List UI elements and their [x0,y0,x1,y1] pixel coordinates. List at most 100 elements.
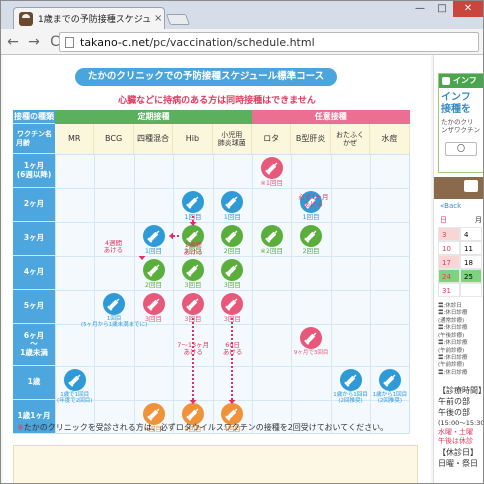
header-vaccine-month: ワクチン名 月齢 [13,124,55,154]
back-button[interactable]: ← [4,33,22,51]
calendar-week: 24 25 [438,269,482,283]
dose-label: 1歳から1回目 (2回推奨) [372,392,408,405]
vaccine-dose: 4回目 [139,403,169,439]
syringe-icon [142,225,165,247]
group-routine: 定期接種 [55,110,252,124]
page-content: たかのクリニックでの予防接種スケジュール標準コース 心臓などに持病のある方は同時… [1,55,483,483]
browser-toolbar: ← → C takano-c.net/pc/vaccination/schedu… [1,29,483,55]
grid-vline [212,154,214,434]
new-tab-button[interactable] [165,14,191,25]
vaccine-header: おたふく かぜ [330,124,371,154]
influenza-box-text: たかのクリ ンザワクチン [441,118,480,134]
group-optional: 任意接種 [252,110,410,124]
dose-label: 3回目 [184,281,202,289]
browser-tab[interactable]: 1歳までの予防接種スケジュール × [13,7,165,29]
calendar-date[interactable]: 17 [438,255,460,269]
dose-label: 1回目 [144,247,163,255]
tab-bar: 1歳までの予防接種スケジュール × — □ ✕ [1,1,483,29]
vaccine-dose: 1回目 [217,191,247,227]
site-favicon-icon [19,11,33,26]
age-label: 4ヶ月 [13,256,55,290]
grid-vline [133,154,135,434]
calendar-week: 17 18 [438,255,482,269]
vaccine-header: 四種混合 [133,124,174,154]
age-label: 1ヶ月 (6週以降) [13,154,55,188]
hours-pm: 午後の部 [438,408,470,418]
syringe-icon [181,191,204,213]
vaccine-header: 小児用 肺炎球菌 [212,124,252,154]
syringe-icon [339,369,362,391]
grid-vline [173,154,175,434]
calendar-date[interactable]: 4 [460,227,482,241]
calendar-date[interactable] [460,283,482,297]
calendar-date[interactable]: 24 [438,269,460,283]
syringe-icon [378,369,401,391]
minimize-button[interactable]: — [409,1,431,17]
legend-item: 〓:休日診療 [438,310,468,317]
address-bar[interactable]: takano-c.net/pc/vaccination/schedule.htm… [59,32,479,52]
influenza-box-button[interactable]: 〇 [445,141,477,156]
browser-window: 1歳までの予防接種スケジュール × — □ ✕ ← → C takano-c.n… [0,0,484,484]
footnote: ※たかのクリニックを受診される方は、必ずロタウイルスワクチンの接種を2回受けてお… [17,422,388,433]
calendar-day-mon: 月 [475,216,482,224]
vaccine-dose: 1歳から1回目 (2回推奨) [372,369,408,405]
calendar-date[interactable]: 10 [438,241,460,255]
window-controls: — □ ✕ [409,1,483,17]
dose-label: 1歳から1回目 (2回推奨) [333,392,368,405]
calendar-date[interactable]: 18 [460,255,482,269]
hours-title: 【診療時間】 [438,386,483,395]
calendar-back-link[interactable]: «Back [440,202,461,210]
syringe-icon [260,225,283,247]
vaccine-header: 水痘 [370,124,410,154]
calendar-date[interactable]: 25 [460,269,482,283]
hours-am: 午前の部 [438,397,470,407]
forward-button[interactable]: → [25,33,43,51]
age-label: 6ヶ月 〜 1歳未満 [13,324,55,366]
header-vaccine-label: ワクチン名 [17,130,52,139]
calendar-date[interactable]: 31 [438,283,460,297]
syringe-icon [300,327,323,349]
syringe-icon [260,157,283,179]
dose-label: ※1回目 [260,179,283,187]
legend-item: (午後診療) [438,332,465,339]
calendar-week: 10 11 [438,241,482,255]
header-type-label: 接種の種類 [13,110,55,124]
syringe-icon [142,293,165,315]
tab-close-icon[interactable]: × [154,13,162,24]
sidebar: インフ インフ 接種を たかのクリ ンザワクチン 〇 «Back 日 月 341… [433,55,483,483]
vaccine-header: ロタ [252,124,292,154]
calendar-legend: 〓:休診日 〓:休日診療 (通常診療) 〓:休日診療 (午後診療) 〓:休日診療 (午前診療… [438,303,483,377]
arrow-four-weeks [138,256,146,260]
grid-vline [252,154,253,434]
hours-pm-time: (15:00〜15:30 [438,418,483,427]
syringe-icon [103,293,126,315]
tab-title: 1歳までの予防接種スケジュール [38,15,152,25]
vaccine-dose: 3回目 [139,293,169,329]
arrow-hib-pcv [189,216,197,226]
note-one-week: 1週間 あける [183,241,203,257]
vaccine-dose: 1歳から1回目 (2回推奨) [333,369,368,405]
footnote-star: ※ [17,423,24,432]
vaccine-header: BCG [94,124,134,154]
closed-title: 【休診日】 [438,448,478,458]
note-must-1month: 必ず1ヶ月 あける [298,193,329,209]
dose-label: 3回目 [223,281,241,289]
header-month-label: 月齢 [16,138,30,147]
calendar-date[interactable]: 11 [460,241,482,255]
influenza-box-head: インフ [439,74,483,88]
age-label: 2ヶ月 [13,188,55,222]
vaccine-dose: 3回目 [178,259,208,295]
grid-vline [291,154,293,434]
influenza-box[interactable]: インフ インフ 接種を たかのクリ ンザワクチン 〇 [438,73,483,173]
schedule-table: 接種の種類 ワクチン名 月齢 定期接種 任意接種 MR BCG 四種混合 Hib 小児用 肺炎球菌… [13,110,413,450]
calendar-days: 日 月 [440,215,482,225]
vaccine-dose: 3回目 [217,259,247,295]
influenza-box-title: インフ 接種を [441,92,471,115]
dose-label: 1回目 [223,213,241,221]
maximize-button[interactable]: □ [431,1,453,17]
calendar-date[interactable]: 3 [438,227,460,241]
close-window-button[interactable]: ✕ [453,1,483,17]
dose-label: 2回目 [223,247,241,255]
syringe-icon [181,259,204,281]
closed-days: 日曜・祭日 [438,459,478,469]
